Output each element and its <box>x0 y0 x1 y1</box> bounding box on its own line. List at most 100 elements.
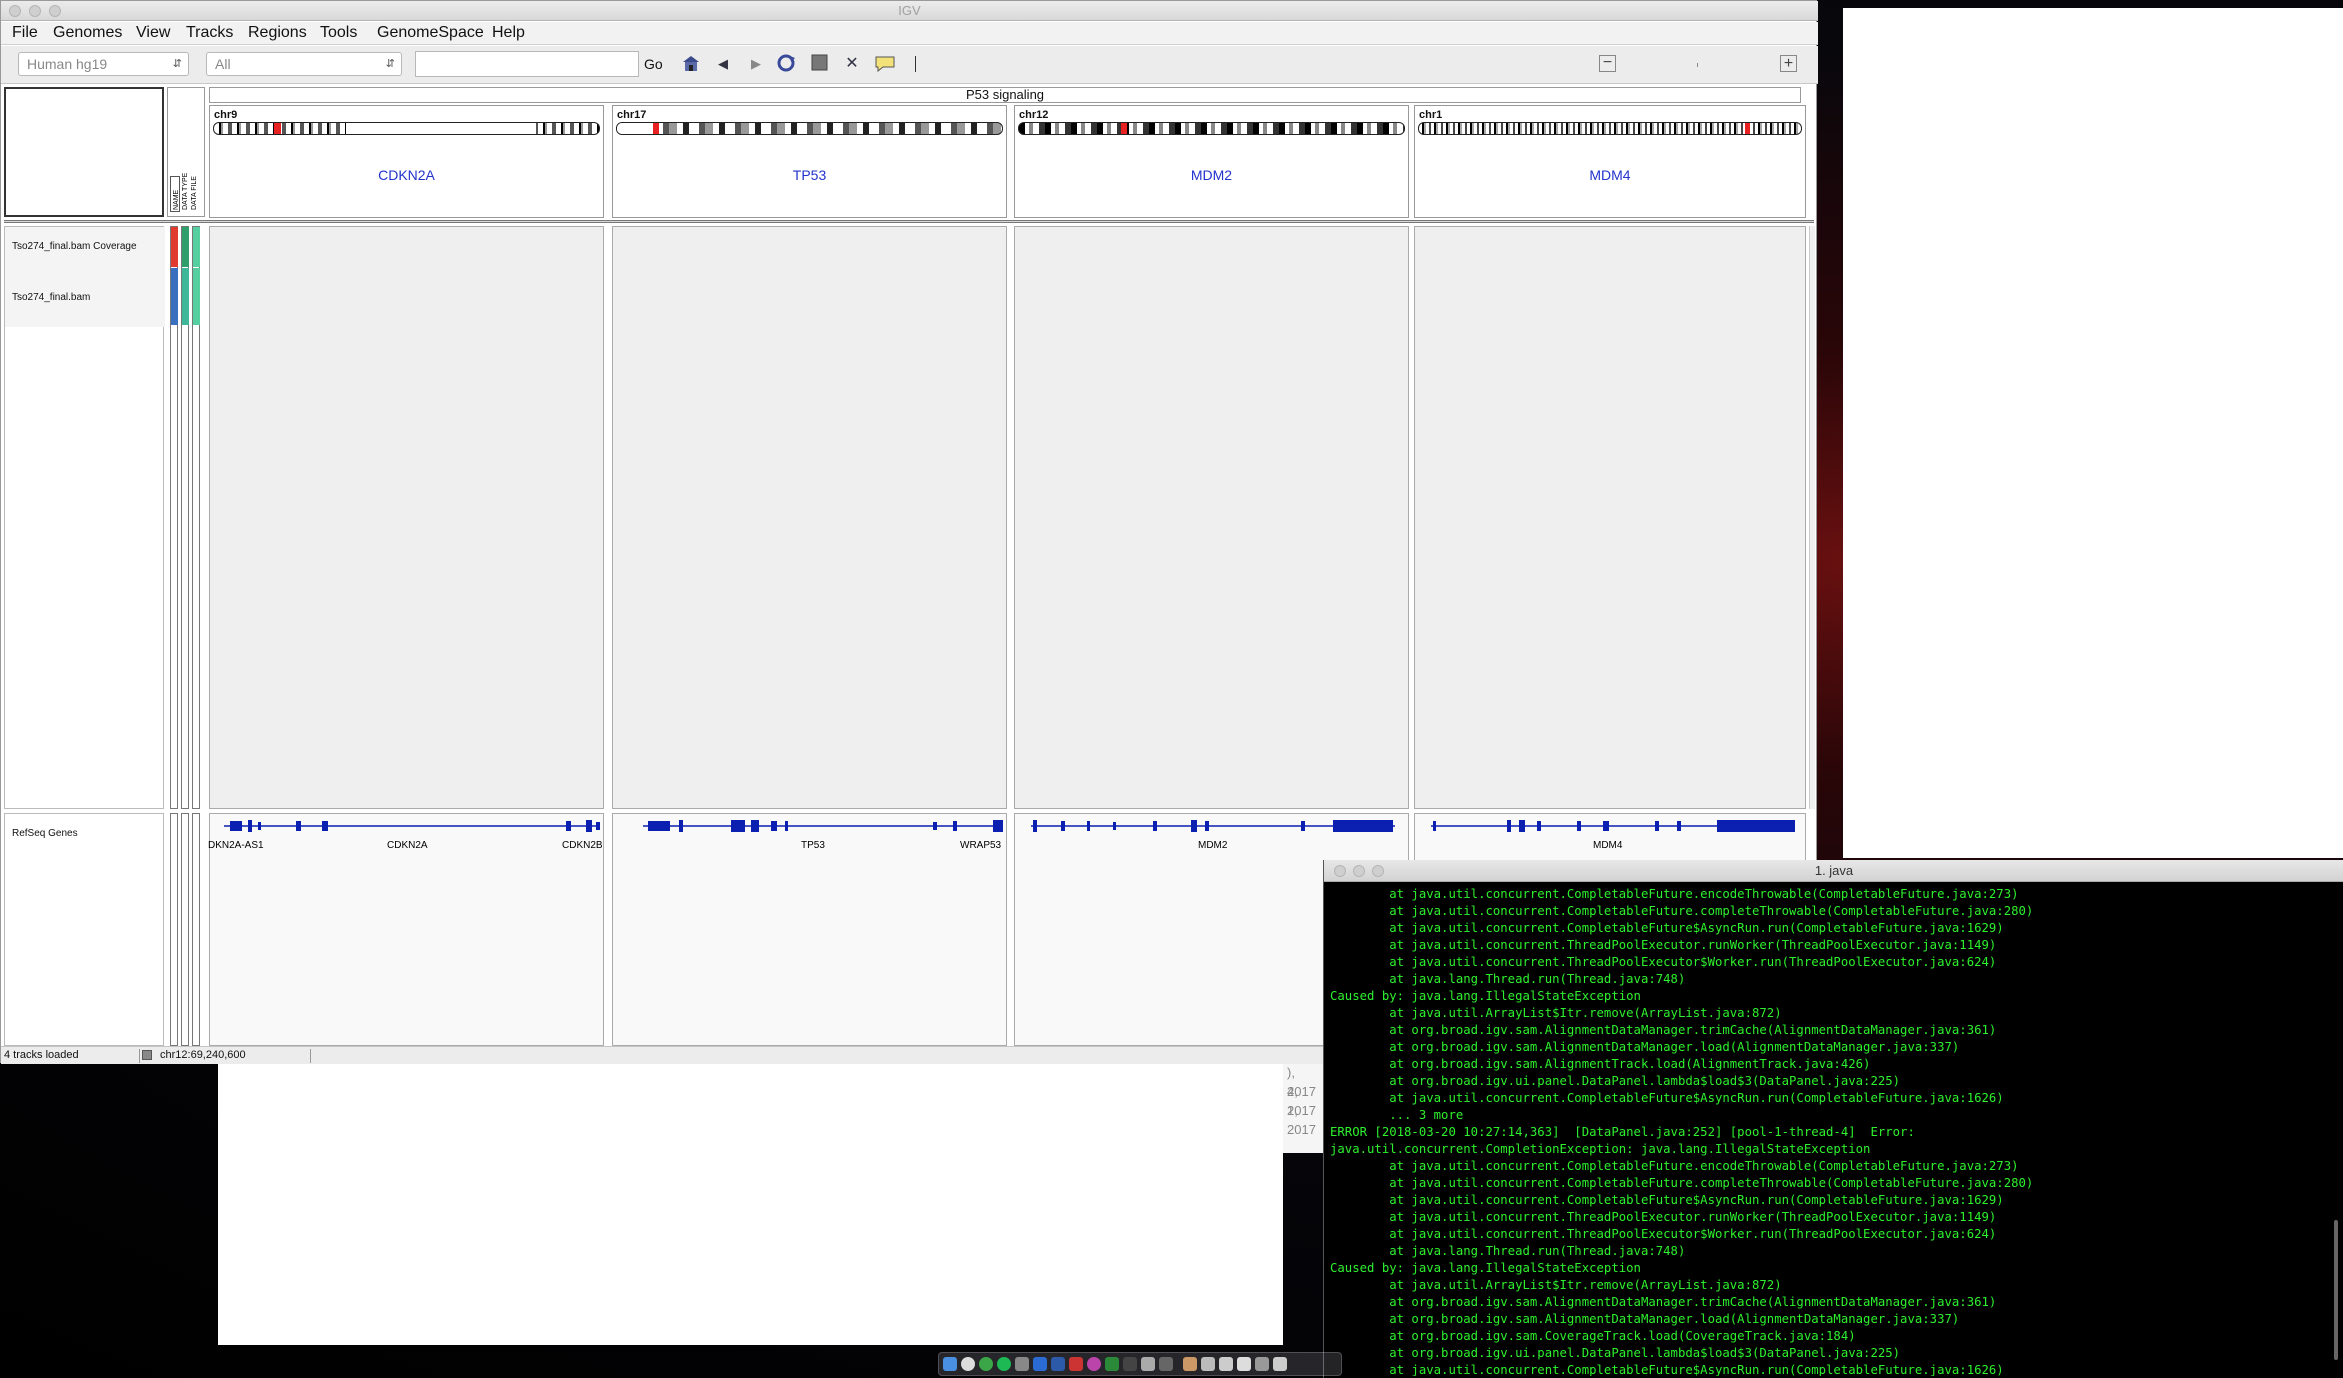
forward-arrow-icon[interactable]: ▶ <box>749 54 763 74</box>
attribute-panel-header[interactable]: NAME DATA TYPE DATA FILE <box>167 87 205 217</box>
updown-arrow-icon: ⇵ <box>385 58 395 70</box>
attr-header-data-file[interactable]: DATA FILE <box>191 176 198 210</box>
menu-help[interactable]: Help <box>492 24 525 42</box>
terminal-line: ERROR [2018-03-20 10:27:14,363] [DataPan… <box>1330 1125 1915 1139</box>
track-name-alignment[interactable]: Tso274_final.bam <box>12 292 90 303</box>
folder-icon[interactable] <box>1201 1357 1215 1371</box>
menu-file[interactable]: File <box>12 24 38 42</box>
window-title: IGV <box>898 3 921 18</box>
popup-info-icon[interactable] <box>874 54 896 77</box>
powerpoint-icon[interactable] <box>1069 1357 1083 1371</box>
chromosome-ideogram[interactable] <box>616 122 1003 135</box>
genome-select[interactable]: Human hg19 ⇵ <box>18 52 189 76</box>
zoom-window-button[interactable] <box>49 5 61 17</box>
feature-attribute-column <box>192 813 200 1046</box>
terminal-close-button[interactable] <box>1334 865 1346 877</box>
gene-track-tp53[interactable]: TP53 WRAP53 <box>612 813 1007 1046</box>
region-of-interest-icon[interactable] <box>811 54 828 76</box>
menu-view[interactable]: View <box>136 24 170 42</box>
data-panel-mdm4[interactable] <box>1414 226 1806 809</box>
resize-icon[interactable]: ✕ <box>844 54 860 74</box>
excel-icon[interactable] <box>1105 1357 1119 1371</box>
terminal-icon[interactable] <box>1123 1357 1137 1371</box>
terminal-line: at org.broad.igv.sam.AlignmentTrack.load… <box>1330 1057 1871 1071</box>
zoom-out-icon[interactable]: − <box>1599 55 1616 72</box>
attr-cell-alignment-type[interactable] <box>182 268 189 325</box>
word-icon[interactable] <box>1051 1357 1065 1371</box>
zoom-slider[interactable] <box>1697 63 1698 67</box>
region-header-mdm4[interactable]: chr1 MDM4 <box>1414 105 1806 218</box>
chrome-icon[interactable] <box>979 1357 993 1371</box>
terminal-line: at java.util.concurrent.ThreadPoolExecut… <box>1330 955 1997 969</box>
track-name-coverage[interactable]: Tso274_final.bam Coverage <box>12 241 137 252</box>
terminal-scrollbar[interactable] <box>2334 1220 2338 1360</box>
chromosome-ideogram[interactable] <box>213 122 600 135</box>
attr-header-data-type[interactable]: DATA TYPE <box>182 173 189 210</box>
app-icon[interactable] <box>1141 1357 1155 1371</box>
close-window-button[interactable] <box>9 5 21 17</box>
data-panel-cdkn2a[interactable] <box>209 226 604 809</box>
status-divider <box>310 1049 311 1063</box>
folder-icon[interactable] <box>1219 1357 1233 1371</box>
gene-name: MDM2 <box>1198 840 1228 851</box>
app-icon[interactable] <box>1015 1357 1029 1371</box>
gene-name: TP53 <box>801 840 825 851</box>
locus-search-input[interactable] <box>415 51 639 77</box>
folder-icon[interactable] <box>1255 1357 1269 1371</box>
terminal-line: at org.broad.igv.sam.AlignmentDataManage… <box>1330 1295 1997 1309</box>
launchpad-icon[interactable] <box>961 1357 975 1371</box>
gene-track-cdkn2a[interactable]: DKN2A-AS1 CDKN2A CDKN2B <box>208 813 604 1046</box>
chromosome-select[interactable]: All ⇵ <box>206 52 402 76</box>
app-icon[interactable] <box>1159 1357 1173 1371</box>
terminal-line: at org.broad.igv.sam.AlignmentDataManage… <box>1330 1040 1960 1054</box>
terminal-output[interactable]: at java.util.concurrent.CompletableFutur… <box>1330 886 2330 1376</box>
folder-icon[interactable] <box>1237 1357 1251 1371</box>
app-icon[interactable] <box>1033 1357 1047 1371</box>
panel-divider[interactable] <box>4 220 1814 223</box>
memory-indicator[interactable] <box>142 1050 152 1060</box>
attr-cell-coverage-name[interactable] <box>171 227 178 267</box>
chromosome-ideogram[interactable] <box>1418 122 1802 135</box>
attr-cell-coverage-type[interactable] <box>182 227 189 267</box>
app-icon[interactable] <box>1183 1357 1197 1371</box>
background-window-lower[interactable] <box>218 1063 1283 1345</box>
chromosome-ideogram[interactable] <box>1018 122 1405 135</box>
menu-tools[interactable]: Tools <box>320 24 357 42</box>
go-button[interactable]: Go <box>644 56 663 72</box>
background-window[interactable] <box>1843 8 2343 858</box>
region-header-mdm2[interactable]: chr12 MDM2 <box>1014 105 1409 218</box>
minimize-window-button[interactable] <box>29 5 41 17</box>
status-locus: chr12:69,240,600 <box>160 1049 246 1061</box>
name-panel-header <box>4 87 164 217</box>
attr-cell-coverage-file[interactable] <box>193 227 200 267</box>
home-icon[interactable] <box>681 54 701 77</box>
terminal-window[interactable]: 1. java at java.util.concurrent.Completa… <box>1323 860 2343 1378</box>
igv-title-bar[interactable]: IGV <box>1 1 1818 21</box>
data-scrollbar[interactable] <box>1809 226 1815 809</box>
spotify-icon[interactable] <box>997 1357 1011 1371</box>
menu-genomespace[interactable]: GenomeSpace <box>377 24 484 42</box>
menu-tracks[interactable]: Tracks <box>186 24 233 42</box>
ruler-icon[interactable] <box>915 56 916 72</box>
zoom-in-icon[interactable]: + <box>1780 55 1797 72</box>
terminal-line: at java.util.concurrent.CompletableFutur… <box>1330 1363 2004 1376</box>
attr-header-name[interactable]: NAME <box>173 190 180 210</box>
refresh-icon[interactable] <box>775 54 797 77</box>
menu-regions[interactable]: Regions <box>248 24 307 42</box>
terminal-title-bar[interactable]: 1. java <box>1324 860 2343 882</box>
data-panel-mdm2[interactable] <box>1014 226 1409 809</box>
region-header-cdkn2a[interactable]: chr9 CDKN2A <box>209 105 604 218</box>
terminal-zoom-button[interactable] <box>1372 865 1384 877</box>
trash-icon[interactable] <box>1273 1357 1287 1371</box>
attr-cell-alignment-file[interactable] <box>193 268 200 325</box>
data-panel-tp53[interactable] <box>612 226 1007 809</box>
terminal-minimize-button[interactable] <box>1353 865 1365 877</box>
back-arrow-icon[interactable]: ◀ <box>716 54 730 74</box>
terminal-line: at java.util.concurrent.CompletableFutur… <box>1330 1159 2019 1173</box>
app-icon[interactable] <box>1087 1357 1101 1371</box>
track-name-refseq[interactable]: RefSeq Genes <box>12 828 78 839</box>
finder-icon[interactable] <box>943 1357 957 1371</box>
menu-genomes[interactable]: Genomes <box>53 24 122 42</box>
attr-cell-alignment-name[interactable] <box>171 268 178 325</box>
region-header-tp53[interactable]: chr17 TP53 <box>612 105 1007 218</box>
